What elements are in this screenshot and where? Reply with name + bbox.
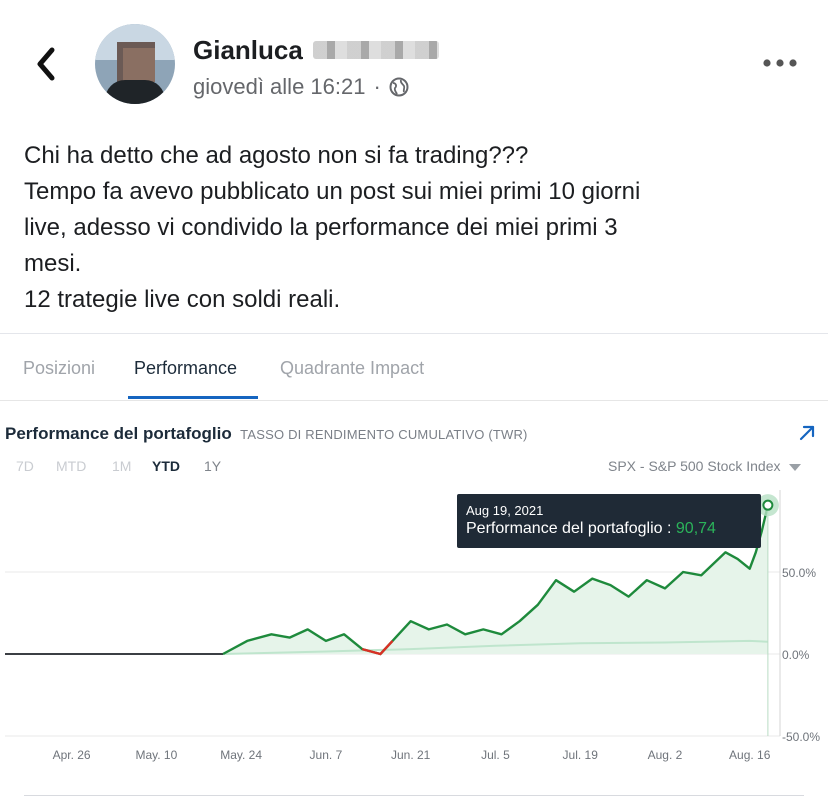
- hover-point: [762, 499, 774, 511]
- tooltip-date: Aug 19, 2021: [466, 503, 544, 518]
- tab-bar: Posizioni Performance Quadrante Impact: [0, 346, 828, 400]
- tab-quadrante-impact[interactable]: Quadrante Impact: [280, 358, 424, 379]
- author-row: Gianluca: [193, 34, 439, 66]
- x-axis-ticks: Apr. 26 May. 10 May. 24 Jun. 7 Jun. 21 Jul. 5…: [53, 748, 771, 762]
- range-1y[interactable]: 1Y: [204, 458, 221, 474]
- post-header: Gianluca giovedì alle 16:21 ·: [0, 0, 828, 120]
- author-name[interactable]: Gianluca: [193, 35, 303, 66]
- x-tick-label: Jul. 19: [563, 748, 599, 762]
- y-tick-label: 50.0%: [782, 566, 816, 580]
- avatar-blurred-face: [117, 42, 155, 82]
- chart-tooltip: Aug 19, 2021 Performance del portafoglio…: [457, 494, 761, 548]
- x-tick-label: May. 10: [135, 748, 177, 762]
- bottom-divider: [24, 795, 804, 796]
- y-tick-label: -50.0%: [782, 730, 820, 744]
- range-1m[interactable]: 1M: [112, 458, 131, 474]
- tab-performance[interactable]: Performance: [134, 358, 237, 379]
- expand-arrow-icon[interactable]: [798, 424, 816, 442]
- x-tick-label: Jul. 5: [481, 748, 510, 762]
- blurred-surname: [312, 41, 439, 59]
- post-text: Chi ha detto che ad agosto non si fa tra…: [24, 138, 814, 318]
- benchmark-selector[interactable]: SPX - S&P 500 Stock Index: [608, 458, 801, 474]
- x-tick-label: Jun. 7: [310, 748, 343, 762]
- active-tab-indicator: [128, 396, 258, 399]
- post-timestamp[interactable]: giovedì alle 16:21: [193, 74, 365, 100]
- post-text-line: live, adesso vi condivido la performance…: [24, 214, 618, 241]
- more-options-icon[interactable]: [762, 55, 798, 71]
- tooltip-value: 90,74: [675, 520, 716, 537]
- x-tick-label: Jun. 21: [391, 748, 431, 762]
- x-tick-label: May. 24: [220, 748, 262, 762]
- image-top-border: [0, 333, 828, 334]
- y-axis-ticks: 50.0% 0.0% -50.0%: [782, 566, 820, 744]
- avatar-body: [105, 80, 165, 104]
- tabs-divider: [0, 400, 828, 401]
- x-tick-label: Aug. 16: [729, 748, 771, 762]
- post-text-line: 12 trategie live con soldi reali.: [24, 286, 341, 313]
- range-ytd[interactable]: YTD: [152, 458, 180, 474]
- range-7d[interactable]: 7D: [16, 458, 34, 474]
- x-tick-label: Apr. 26: [53, 748, 91, 762]
- avatar[interactable]: [95, 24, 175, 104]
- post-text-line: Tempo fa avevo pubblicato un post sui mi…: [24, 178, 641, 205]
- globe-icon: [389, 77, 409, 97]
- range-mtd[interactable]: MTD: [56, 458, 86, 474]
- post-meta: giovedì alle 16:21 ·: [193, 74, 409, 100]
- tab-posizioni[interactable]: Posizioni: [23, 358, 95, 379]
- tooltip-label: Performance del portafoglio :: [466, 520, 672, 537]
- chevron-down-icon: [788, 463, 801, 471]
- meta-separator: ·: [373, 74, 381, 99]
- benchmark-label: SPX - S&P 500 Stock Index: [608, 458, 781, 474]
- panel-title-row: Performance del portafoglio TASSO DI REN…: [5, 424, 528, 444]
- y-tick-label: 0.0%: [782, 648, 810, 662]
- panel-subtitle: TASSO DI RENDIMENTO CUMULATIVO (TWR): [240, 427, 528, 442]
- tooltip-row: Performance del portafoglio : 90,74: [466, 520, 716, 538]
- post-text-line: mesi.: [24, 250, 82, 277]
- post-text-line: Chi ha detto che ad agosto non si fa tra…: [24, 142, 529, 169]
- panel-title: Performance del portafoglio: [5, 424, 232, 443]
- back-arrow-icon[interactable]: [32, 44, 62, 84]
- x-tick-label: Aug. 2: [648, 748, 683, 762]
